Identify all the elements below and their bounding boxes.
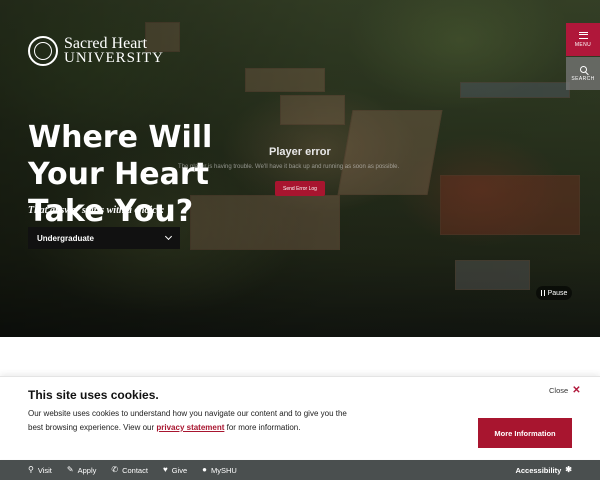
contact-label: Contact (122, 465, 148, 475)
cookie-close-label: Close (549, 386, 569, 395)
pause-button[interactable]: Pause (536, 286, 572, 300)
myshu-label: MySHU (210, 465, 237, 475)
give-link[interactable]: ♥ Give (163, 466, 187, 475)
map-pin-icon: ⚲ (28, 465, 34, 474)
user-icon: ● (202, 465, 207, 474)
pause-icon (540, 290, 545, 296)
university-logo[interactable]: Sacred Heart UNIVERSITY (28, 36, 164, 66)
logo-line-1: Sacred Heart (64, 35, 148, 52)
more-information-button[interactable]: More Information (478, 418, 572, 448)
search-icon (579, 65, 587, 73)
chevron-down-icon (164, 232, 173, 241)
pencil-icon: ✎ (66, 465, 74, 474)
pause-label: Pause (547, 289, 568, 297)
menu-button[interactable]: MENU (566, 23, 600, 56)
hamburger-icon (578, 31, 588, 39)
hero-subline: That answer starts with a choice: (28, 205, 165, 216)
cookie-text-after: for more information. (224, 423, 301, 432)
logo-line-2: UNIVERSITY (64, 50, 164, 66)
cookie-title: This site uses cookies. (28, 388, 159, 402)
page: Sacred Heart UNIVERSITY MENU SEARCH Wher… (0, 0, 600, 480)
myshu-link[interactable]: ● MySHU (202, 466, 237, 475)
player-error-title: Player error (269, 146, 331, 158)
close-icon: ✕ (572, 384, 581, 396)
privacy-statement-link[interactable]: privacy statement (156, 423, 224, 432)
accessibility-button[interactable]: Accessibility ✱ (515, 460, 572, 480)
accessibility-label: Accessibility (515, 465, 562, 475)
visit-link[interactable]: ⚲ Visit (28, 466, 52, 475)
cookie-close-button[interactable]: Close ✕ (549, 384, 581, 396)
bottom-utility-bar: ⚲ Visit ✎ Apply ✆ Contact ♥ Give ● MySHU… (0, 460, 600, 480)
phone-icon: ✆ (111, 465, 119, 474)
apply-label: Apply (77, 465, 97, 475)
apply-link[interactable]: ✎ Apply (67, 466, 96, 475)
contact-link[interactable]: ✆ Contact (111, 466, 148, 475)
gear-icon: ✱ (565, 465, 572, 474)
program-select-value: Undergraduate (37, 233, 94, 243)
seal-icon (28, 36, 58, 66)
give-label: Give (171, 465, 188, 475)
hero-video: Sacred Heart UNIVERSITY MENU SEARCH Wher… (0, 0, 600, 337)
search-button[interactable]: SEARCH (566, 57, 600, 90)
cookie-banner: This site uses cookies. Our website uses… (0, 376, 600, 459)
visit-label: Visit (37, 465, 52, 475)
heart-icon: ♥ (162, 465, 168, 474)
player-error-message: The player is having trouble. We'll have… (178, 164, 400, 170)
search-label: SEARCH (571, 75, 595, 82)
cookie-text: Our website uses cookies to understand h… (28, 407, 363, 435)
send-error-log-button[interactable]: Send Error Log (275, 181, 325, 196)
menu-label: MENU (574, 41, 592, 48)
program-select[interactable]: Undergraduate (28, 227, 180, 249)
